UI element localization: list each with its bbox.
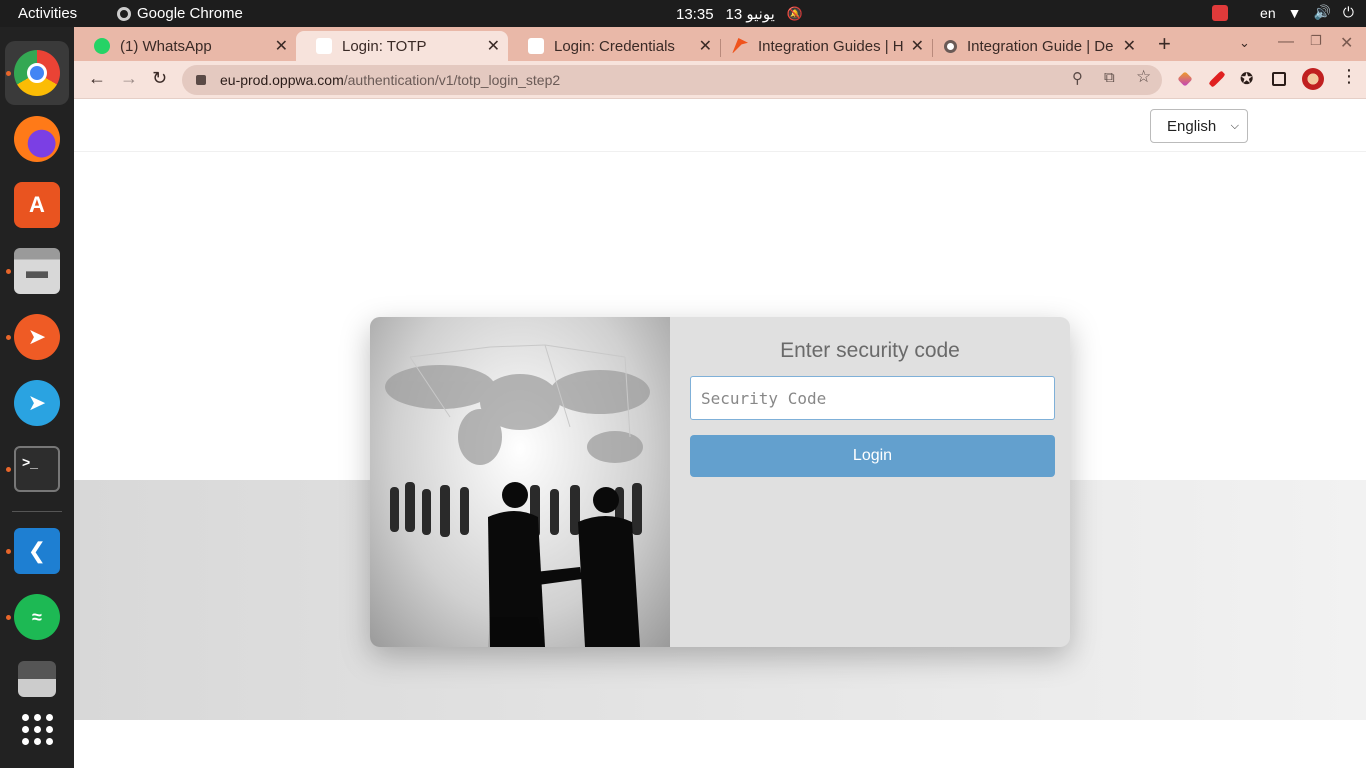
bookmark-star-icon[interactable]: ☆ xyxy=(1136,67,1151,87)
rocket-icon xyxy=(732,38,748,54)
files-icon: ▬ xyxy=(14,248,60,294)
postman-icon: ➤ xyxy=(14,314,60,360)
url-path: /authentication/v1/totp_login_step2 xyxy=(343,72,561,88)
tab-whatsapp[interactable]: (1) WhatsApp ✕ xyxy=(74,31,296,61)
forward-arrow-icon[interactable]: → xyxy=(120,68,138,89)
running-indicator xyxy=(6,549,11,554)
clock[interactable]: 13:35 13 يونيو 🔕 xyxy=(676,5,803,24)
page-icon xyxy=(316,38,332,54)
clock-time: 13:35 xyxy=(676,5,714,23)
chrome-app-icon xyxy=(117,6,131,21)
maximize-button[interactable]: ❐ xyxy=(1310,33,1322,49)
tab-search-chevron-icon[interactable]: ⌄ xyxy=(1239,35,1250,51)
dock-firefox[interactable] xyxy=(5,107,69,171)
input-language[interactable]: en xyxy=(1260,5,1276,21)
pen-extension-icon[interactable] xyxy=(1208,70,1226,88)
page-icon xyxy=(528,38,544,54)
reload-icon[interactable]: ↻ xyxy=(152,68,167,89)
address-bar[interactable]: eu-prod.oppwa.com /authentication/v1/tot… xyxy=(182,65,1162,95)
tab-title: Login: TOTP xyxy=(342,37,427,55)
spotify-icon: ≈ xyxy=(14,594,60,640)
close-icon[interactable]: ✕ xyxy=(1123,36,1136,56)
disks-icon xyxy=(18,661,56,697)
telegram-icon: ➤ xyxy=(14,380,60,426)
tab-login-credentials[interactable]: Login: Credentials ✕ xyxy=(508,31,720,61)
header-divider xyxy=(74,151,1366,152)
dock: A ▬ ➤ ➤ >_ ❮ ≈ xyxy=(0,27,74,768)
firefox-icon xyxy=(14,116,60,162)
minimize-button[interactable]: — xyxy=(1278,33,1294,51)
vscode-icon: ❮ xyxy=(14,528,60,574)
app-store-icon: A xyxy=(14,182,60,228)
dock-vscode[interactable]: ❮ xyxy=(5,519,69,583)
system-tray[interactable]: en ▼ 🔊 ⏻ xyxy=(1212,4,1354,21)
tab-strip: (1) WhatsApp ✕ Login: TOTP ✕ Login: Cred… xyxy=(74,27,1366,61)
running-indicator xyxy=(6,269,11,274)
new-tab-button[interactable]: + xyxy=(1158,31,1171,57)
lock-icon xyxy=(196,75,206,85)
language-select[interactable]: English ⌵ xyxy=(1150,109,1248,143)
tab-title: Integration Guide | De xyxy=(967,37,1114,55)
side-panel-icon[interactable] xyxy=(1272,72,1286,86)
share-icon[interactable]: ⧉ xyxy=(1104,69,1115,86)
close-icon[interactable]: ✕ xyxy=(275,36,288,56)
dock-terminal[interactable]: >_ xyxy=(5,437,69,501)
url-host: eu-prod.oppwa.com xyxy=(220,72,344,88)
tab-integration-guides[interactable]: Integration Guides | H ✕ xyxy=(720,31,932,61)
dock-telegram[interactable]: ➤ xyxy=(5,371,69,435)
close-icon[interactable]: ✕ xyxy=(699,36,712,56)
chrome-icon xyxy=(14,50,60,96)
browser-toolbar: ← → ↻ eu-prod.oppwa.com /authentication/… xyxy=(74,61,1366,99)
language-select-value: English xyxy=(1167,117,1217,135)
tab-title: (1) WhatsApp xyxy=(120,37,212,55)
dock-spotify[interactable]: ≈ xyxy=(5,585,69,649)
page-content: English ⌵ Enter security code Security C… xyxy=(74,100,1366,768)
tab-login-totp[interactable]: Login: TOTP ✕ xyxy=(296,31,508,61)
dock-files[interactable]: ▬ xyxy=(5,239,69,303)
dock-chrome[interactable] xyxy=(5,41,69,105)
running-indicator xyxy=(6,335,11,340)
page-title: Enter security code xyxy=(780,339,960,362)
close-icon[interactable]: ✕ xyxy=(487,36,500,56)
dock-postman[interactable]: ➤ xyxy=(5,305,69,369)
activities-button[interactable]: Activities xyxy=(18,5,77,22)
world-map-handshake-image xyxy=(385,344,650,647)
more-menu-icon[interactable]: ⋮ xyxy=(1340,66,1358,87)
system-top-bar: Activities Google Chrome 13:35 13 يونيو … xyxy=(0,0,1366,27)
extensions-puzzle-icon[interactable]: ✪ xyxy=(1240,69,1253,89)
login-card: Enter security code Login xyxy=(370,317,1070,647)
running-indicator xyxy=(6,467,11,472)
running-indicator xyxy=(6,71,11,76)
dock-separator xyxy=(12,511,62,512)
wifi-icon: ▼ xyxy=(1287,4,1302,21)
login-button[interactable]: Login xyxy=(690,435,1055,477)
whatsapp-icon xyxy=(94,38,110,54)
chevron-down-icon: ⌵ xyxy=(1230,119,1239,132)
terminal-icon: >_ xyxy=(14,446,60,492)
app-menu[interactable]: Google Chrome xyxy=(117,5,243,22)
tab-title: Integration Guides | H xyxy=(758,37,904,55)
tab-title: Login: Credentials xyxy=(554,37,675,55)
app-name: Google Chrome xyxy=(137,5,243,22)
key-icon[interactable]: ⚲ xyxy=(1072,69,1083,87)
security-code-input[interactable] xyxy=(690,376,1055,420)
anydesk-indicator-icon[interactable] xyxy=(1212,4,1229,21)
power-icon: ⏻ xyxy=(1342,4,1354,20)
tab-integration-guide[interactable]: Integration Guide | De ✕ xyxy=(932,31,1144,61)
close-icon[interactable]: ✕ xyxy=(911,36,924,56)
color-picker-extension-icon[interactable] xyxy=(1177,71,1193,87)
site-icon xyxy=(944,39,957,53)
running-indicator xyxy=(6,615,11,620)
volume-icon: 🔊 xyxy=(1313,4,1331,20)
clock-date: 13 يونيو xyxy=(725,6,775,23)
notifications-muted-icon: 🔕 xyxy=(786,6,803,21)
back-arrow-icon[interactable]: ← xyxy=(88,68,106,89)
business-people-illustration xyxy=(370,317,670,647)
close-window-button[interactable]: ✕ xyxy=(1340,33,1353,53)
show-apps-button[interactable] xyxy=(5,697,69,761)
app-grid-icon xyxy=(21,713,53,745)
dock-software-store[interactable]: A xyxy=(5,173,69,237)
profile-avatar[interactable] xyxy=(1302,68,1324,90)
